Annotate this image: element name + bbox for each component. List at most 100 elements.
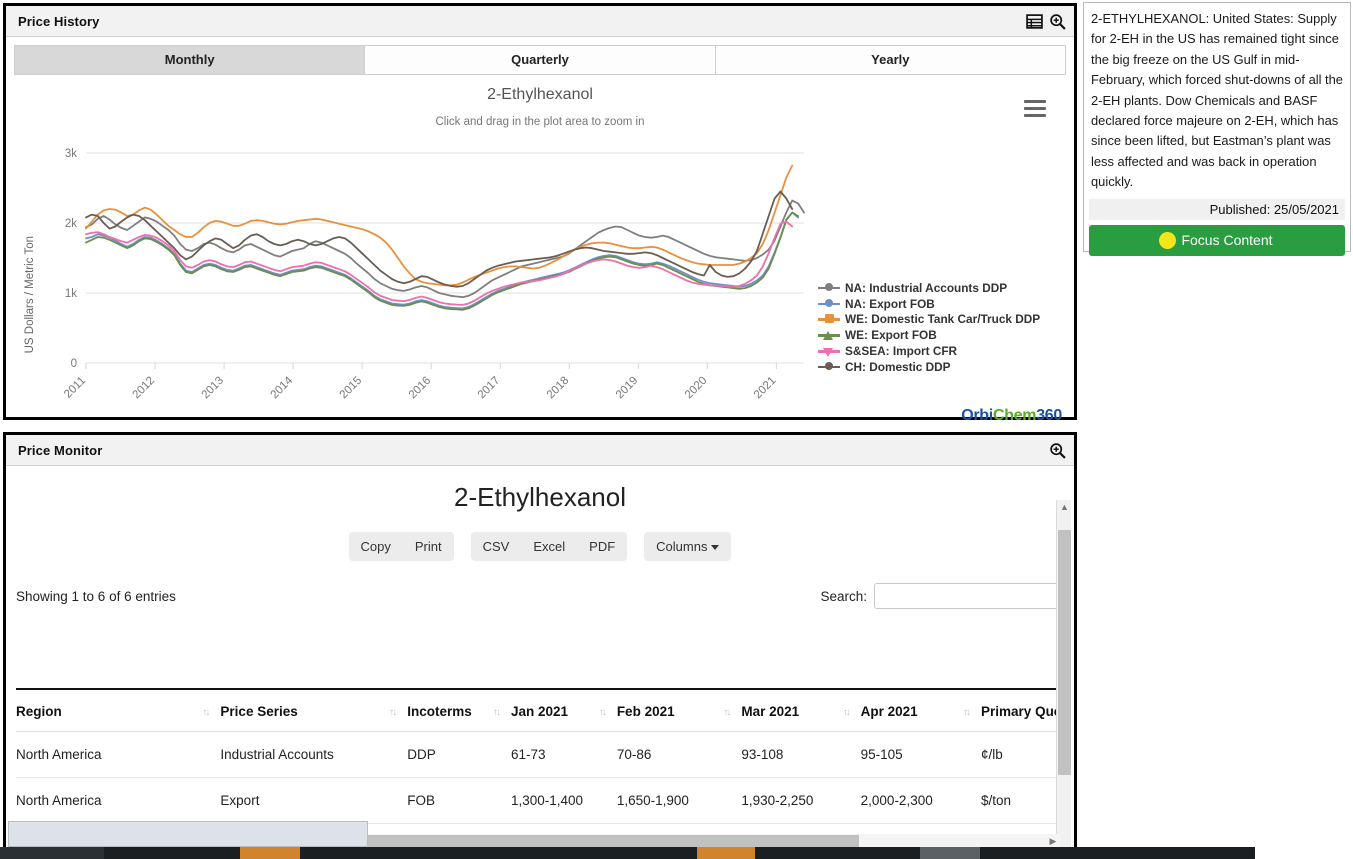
table-cell: 93-108 (741, 731, 861, 778)
tab-monthly[interactable]: Monthly (14, 45, 366, 75)
table-cell: DDP (407, 731, 511, 778)
logo-part-2: Chem (992, 407, 1037, 424)
zoom-in-icon[interactable] (1049, 13, 1066, 30)
chart-legend: NA: Industrial Accounts DDP NA: Export FO… (818, 280, 1040, 375)
table-header-label: Primary Quote (981, 704, 1060, 719)
search-area: Search: (820, 583, 1060, 609)
x-axis-tick: 2018 (545, 375, 572, 402)
legend-item[interactable]: S&SEA: Import CFR (818, 343, 1040, 359)
x-axis-tick: 2014 (269, 374, 296, 401)
x-axis-tick: 2020 (683, 375, 710, 402)
sort-icon[interactable]: ↑↓ (599, 707, 607, 718)
table-cell: 1,300-1,400 (510, 777, 617, 824)
taskbar-window-preview[interactable] (8, 821, 368, 847)
table-cell: 95-105 (860, 731, 982, 778)
sort-icon[interactable]: ↑↓ (843, 707, 851, 718)
legend-item[interactable]: WE: Export FOB (818, 327, 1040, 343)
search-input[interactable] (874, 583, 1060, 609)
primary-quote-link[interactable]: ¢/lb (981, 731, 1060, 778)
taskbar-segment[interactable] (920, 847, 980, 859)
chart-plot-area[interactable]: 01k2k3k2011 2012 2013 2014 2015 2016 2017 2018 2… (6, 86, 1074, 431)
legend-item[interactable]: NA: Industrial Accounts DDP (818, 280, 1040, 296)
taskbar-active-item[interactable] (240, 847, 300, 859)
sort-icon[interactable]: ↑↓ (963, 707, 971, 718)
columns-button[interactable]: Columns (644, 532, 732, 561)
app-screen: Price History Monthly Quarterly Yearly 2… (0, 0, 1353, 859)
legend-item[interactable]: WE: Domestic Tank Car/Truck DDP (818, 312, 1040, 328)
table-header-row: Region ↑↓ Price Series ↑↓ Incoterms ↑↓ Jan 202… (16, 690, 1060, 732)
y-axis-tick: 2k (65, 218, 77, 230)
pdf-button[interactable]: PDF (577, 532, 628, 561)
sort-icon[interactable]: ↑↓ (389, 707, 397, 718)
table-header-region[interactable]: Region ↑↓ (16, 690, 221, 732)
table-header-feb-2021[interactable]: Feb 2021 ↑↓ (616, 690, 742, 732)
columns-button-group: Columns (644, 532, 732, 561)
taskbar-tray[interactable] (1255, 847, 1353, 859)
news-panel: 2-ETHYLHEXANOL: United States: Supply fo… (1083, 2, 1351, 256)
table-header-incoterms[interactable]: Incoterms ↑↓ (407, 690, 511, 732)
columns-button-label: Columns (656, 539, 708, 554)
legend-marker-icon (818, 346, 840, 357)
table-header-label: Region (16, 704, 62, 719)
table-row[interactable]: North America Export FOB 1,300-1,400 1,650-1… (16, 777, 1060, 824)
table-vertical-scrollbar[interactable]: ▲ ▼ (1056, 500, 1072, 852)
clipboard-button-group: Copy Print (348, 532, 454, 561)
table-cell: FOB (407, 777, 511, 824)
sun-icon (1161, 233, 1175, 247)
taskbar-active-item[interactable] (697, 847, 755, 859)
tab-quarterly[interactable]: Quarterly (365, 45, 716, 75)
table-header-label: Price Series (220, 704, 298, 719)
copy-button[interactable]: Copy (348, 532, 403, 561)
table-cell: North America (16, 777, 221, 824)
table-cell: 2,000-2,300 (860, 777, 982, 824)
legend-label: WE: Export FOB (845, 328, 937, 343)
table-cell: 1,930-2,250 (741, 777, 861, 824)
price-history-chart[interactable]: 2-Ethylhexanol Click and drag in the plo… (6, 86, 1074, 431)
tab-yearly[interactable]: Yearly (715, 45, 1066, 75)
sort-icon[interactable]: ↑↓ (202, 707, 210, 718)
table-icon[interactable] (1026, 13, 1043, 30)
table-cell: 1,650-1,900 (616, 777, 742, 824)
focus-content-button[interactable]: Focus Content (1089, 224, 1345, 256)
sort-icon[interactable]: ↑↓ (723, 707, 731, 718)
legend-marker-icon (818, 282, 840, 293)
taskbar-segment[interactable] (0, 847, 104, 859)
table-header-label: Jan 2021 (510, 704, 569, 719)
table-header-price-series[interactable]: Price Series ↑↓ (220, 690, 408, 732)
y-axis-tick: 1k (65, 288, 77, 300)
table-header-mar-2021[interactable]: Mar 2021 ↑↓ (741, 690, 861, 732)
legend-item[interactable]: NA: Export FOB (818, 296, 1040, 312)
price-table-container: Region ↑↓ Price Series ↑↓ Incoterms ↑↓ Jan 202… (16, 688, 1060, 843)
logo-part-3: 360 (1036, 407, 1062, 424)
price-history-title: Price History (18, 13, 100, 29)
price-monitor-body: 2-Ethylhexanol Copy Print CSV Excel PDF … (6, 466, 1074, 852)
primary-quote-link[interactable]: $/ton (981, 777, 1060, 824)
excel-button[interactable]: Excel (521, 532, 578, 561)
sort-icon[interactable]: ↑↓ (493, 707, 501, 718)
product-title: 2-Ethylhexanol (454, 482, 626, 512)
table-header-primary-quote[interactable]: Primary Quote (981, 690, 1060, 732)
vertical-scroll-thumb[interactable] (1058, 530, 1071, 775)
price-history-header-icons (1026, 6, 1066, 37)
x-axis-tick: 2021 (752, 375, 779, 402)
x-axis-tick: 2012 (131, 375, 158, 402)
search-label: Search: (820, 588, 867, 604)
table-header-label: Incoterms (407, 704, 472, 719)
table-cell: North America (16, 731, 221, 778)
y-axis-tick: 3k (65, 148, 77, 160)
table-header-jan-2021[interactable]: Jan 2021 ↑↓ (510, 690, 617, 732)
legend-item[interactable]: CH: Domestic DDP (818, 359, 1040, 375)
csv-button[interactable]: CSV (470, 532, 522, 561)
legend-label: WE: Domestic Tank Car/Truck DDP (845, 312, 1041, 327)
scroll-up-icon[interactable]: ▲ (1057, 500, 1072, 515)
table-header-apr-2021[interactable]: Apr 2021 ↑↓ (860, 690, 982, 732)
print-button[interactable]: Print (402, 532, 454, 561)
table-header-label: Apr 2021 (860, 704, 918, 719)
zoom-in-icon[interactable] (1049, 442, 1066, 459)
table-info-row: Showing 1 to 6 of 6 entries Search: (6, 583, 1074, 609)
left-column: Price History Monthly Quarterly Yearly 2… (0, 0, 1080, 859)
table-row[interactable]: North America Industrial Accounts DDP 61-73… (16, 731, 1060, 778)
price-monitor-title: Price Monitor (18, 442, 103, 458)
x-axis-tick: 2017 (476, 375, 503, 402)
taskbar[interactable] (0, 847, 1353, 859)
